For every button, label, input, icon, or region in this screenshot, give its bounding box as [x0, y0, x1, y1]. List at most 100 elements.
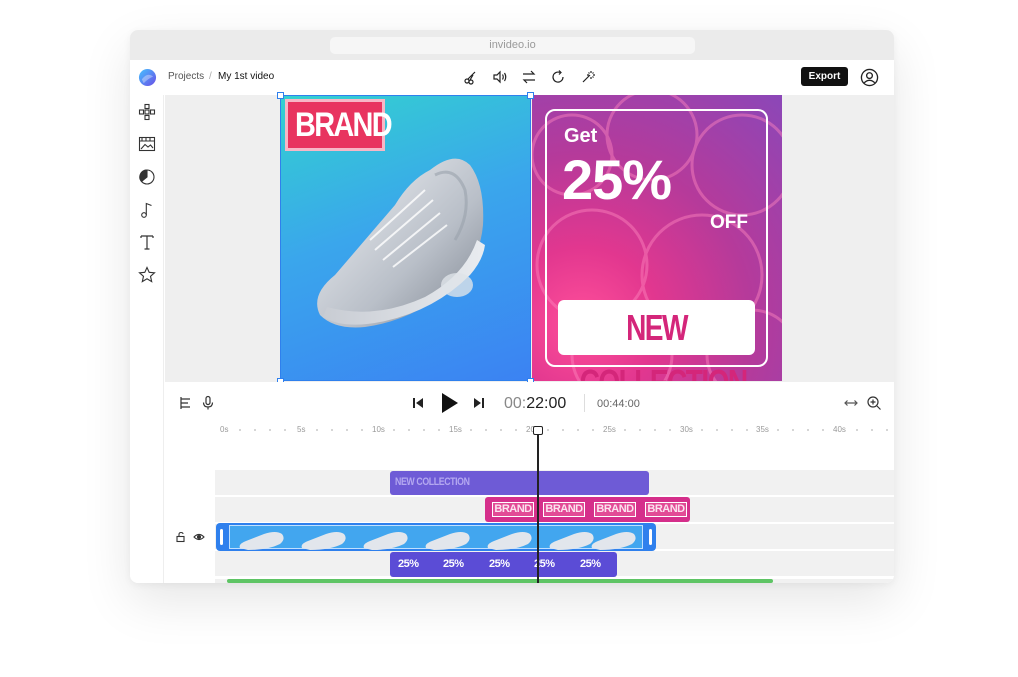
fit-width-icon[interactable]	[843, 395, 859, 411]
ruler-dot	[485, 429, 487, 431]
video-thumbnail	[425, 532, 470, 550]
ruler-dot	[254, 429, 256, 431]
video-strip	[229, 525, 643, 550]
ruler-dot	[871, 429, 873, 431]
total-time: 00:44:00	[597, 398, 640, 410]
clip-new-collection[interactable]: NEW COLLECTION	[390, 471, 649, 495]
clip-video-selected[interactable]	[216, 523, 656, 551]
media-icon[interactable]	[138, 135, 156, 153]
layout-icon[interactable]	[138, 103, 156, 121]
ruler-dot	[408, 429, 410, 431]
ruler-dot	[669, 429, 671, 431]
ruler-dot	[423, 429, 425, 431]
skip-back-icon[interactable]	[410, 395, 426, 411]
clip-thumbnail: BRAND	[645, 502, 687, 517]
playhead-line[interactable]	[537, 432, 539, 583]
ruler-dot	[822, 429, 824, 431]
ruler-label: 25s	[603, 425, 616, 434]
clip-brand[interactable]: BRAND BRAND BRAND BRAND	[485, 497, 690, 522]
ruler-dot	[361, 429, 363, 431]
ruler-dot	[716, 429, 718, 431]
playhead-handle[interactable]	[533, 426, 543, 435]
url-bar[interactable]: invideo.io	[330, 37, 695, 54]
breadcrumb-current[interactable]: My 1st video	[218, 71, 274, 83]
ruler-dot	[438, 429, 440, 431]
clip-percent[interactable]: 25% 25% 25% 25% 25%	[390, 552, 617, 577]
ruler-dot	[577, 429, 579, 431]
ruler-label: 5s	[297, 425, 306, 434]
invideo-logo-icon[interactable]	[138, 68, 157, 87]
ruler-dot	[807, 429, 809, 431]
ruler-dot	[500, 429, 502, 431]
timeline-ruler[interactable]: 0s 5s 10s 15s 20s 25s 30s 35s 40s	[165, 424, 894, 438]
time-divider	[584, 394, 585, 412]
clip-thumbnail: 25%	[580, 558, 601, 570]
video-thumbnail	[591, 532, 636, 550]
scene-offer[interactable]: Get 25% OFF NEW COLLECTION	[532, 95, 782, 381]
resize-handle-top-left[interactable]	[277, 92, 284, 99]
timeline[interactable]: 0s 5s 10s 15s 20s 25s 30s 35s 40s	[165, 424, 894, 583]
user-account-icon[interactable]	[860, 68, 879, 87]
swap-icon[interactable]	[521, 69, 537, 85]
collection-box[interactable]: NEW COLLECTION	[558, 300, 755, 381]
ruler-label: 40s	[833, 425, 846, 434]
current-time-prefix: 00:	[504, 395, 527, 412]
trim-handle-left[interactable]	[220, 529, 223, 545]
shapes-icon[interactable]	[138, 168, 156, 186]
clip-thumbnail: 25%	[398, 558, 419, 570]
volume-icon[interactable]	[492, 69, 508, 85]
video-canvas[interactable]: BRAND Get 25% OFF NEW	[165, 92, 894, 385]
selection-frame	[280, 95, 531, 381]
clip-thumbnail: BRAND	[492, 502, 534, 517]
video-thumbnail	[301, 532, 346, 550]
ruler-dot	[346, 429, 348, 431]
magic-wand-icon[interactable]	[580, 69, 596, 85]
current-time-value: 22:00	[526, 395, 567, 412]
eye-icon[interactable]	[193, 530, 205, 542]
video-thumbnail	[239, 532, 284, 550]
ruler-dot	[316, 429, 318, 431]
resize-handle-top-right[interactable]	[527, 92, 534, 99]
skip-forward-icon[interactable]	[471, 395, 487, 411]
ruler-label: 15s	[449, 425, 462, 434]
ruler-label: 30s	[680, 425, 693, 434]
microphone-icon[interactable]	[200, 395, 216, 411]
clip-thumbnail: 25%	[489, 558, 510, 570]
ruler-label: 35s	[756, 425, 769, 434]
text-icon[interactable]	[138, 233, 156, 251]
ruler-dot	[777, 429, 779, 431]
music-icon[interactable]	[138, 201, 156, 219]
playback-bar: 00:22:00 00:44:00	[165, 382, 894, 424]
clip-thumbnail: BRAND	[543, 502, 585, 517]
offer-off-text[interactable]: OFF	[710, 212, 748, 234]
ruler-dot	[562, 429, 564, 431]
ruler-dot	[746, 429, 748, 431]
lock-icon[interactable]	[175, 530, 187, 543]
ruler-dot	[547, 429, 549, 431]
zoom-in-icon[interactable]	[866, 395, 882, 411]
ruler-dot	[515, 429, 517, 431]
ruler-dot	[701, 429, 703, 431]
clip-label: NEW COLLECTION	[395, 476, 470, 488]
browser-window: invideo.io Projects / My 1st video Expor…	[130, 30, 894, 583]
offer-get-text[interactable]: Get	[564, 125, 597, 148]
app-header: Projects / My 1st video Export	[130, 60, 894, 95]
video-thumbnail	[487, 532, 532, 550]
breadcrumb-projects[interactable]: Projects	[168, 71, 204, 83]
ruler-dot	[654, 429, 656, 431]
offer-percent-text[interactable]: 25%	[562, 147, 672, 212]
cut-icon[interactable]	[463, 69, 479, 85]
trim-handle-right[interactable]	[649, 529, 652, 545]
track-settings-icon[interactable]	[177, 395, 193, 411]
rotate-icon[interactable]	[550, 69, 566, 85]
ruler-label: 10s	[372, 425, 385, 434]
ruler-dot	[856, 429, 858, 431]
ruler-dot	[639, 429, 641, 431]
star-icon[interactable]	[138, 266, 156, 284]
browser-bar: invideo.io	[130, 30, 894, 60]
sidebar	[130, 95, 164, 583]
current-time: 00:22:00	[504, 395, 566, 413]
play-icon[interactable]	[437, 391, 461, 415]
audio-waveform-icon	[227, 579, 773, 583]
export-button[interactable]: Export	[801, 67, 848, 86]
